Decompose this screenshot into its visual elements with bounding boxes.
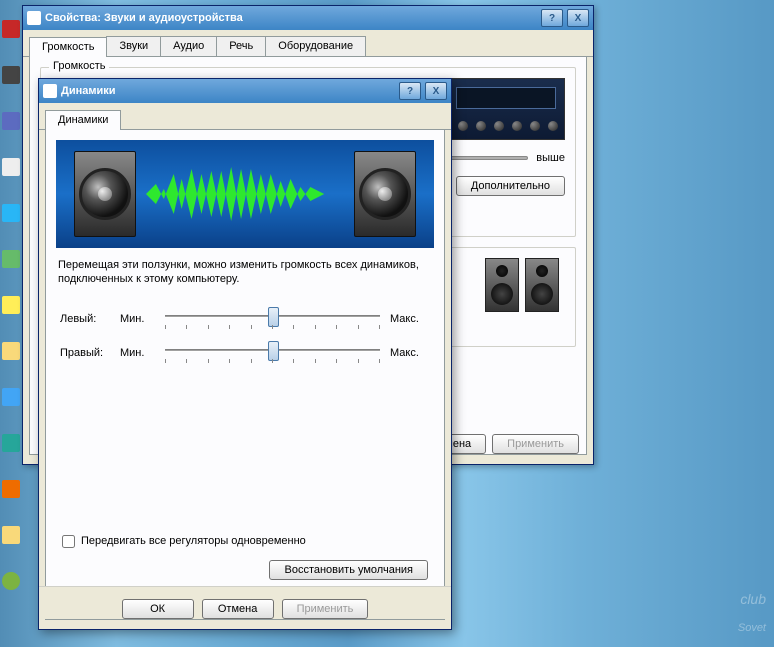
desktop-icon[interactable] <box>2 480 20 498</box>
desktop-icon-column <box>2 20 22 590</box>
restore-defaults-button[interactable]: Восстановить умолчания <box>269 560 428 580</box>
desktop-icon[interactable] <box>2 434 20 452</box>
move-together-label: Передвигать все регуляторы одновременно <box>81 535 306 547</box>
desktop-icon[interactable] <box>2 112 20 130</box>
speaker-pair-illustration <box>485 258 565 318</box>
help-button[interactable]: ? <box>541 9 563 27</box>
desktop-icon-utorrent[interactable] <box>2 572 20 590</box>
desktop-icon[interactable] <box>2 296 20 314</box>
audio-device-illustration <box>447 78 565 140</box>
window-title: Свойства: Звуки и аудиоустройства <box>45 12 541 24</box>
tab-speakers[interactable]: Динамики <box>45 110 121 130</box>
tab-sounds[interactable]: Звуки <box>106 36 161 56</box>
volume-high-label: выше <box>536 152 565 164</box>
desktop-icon[interactable] <box>2 158 20 176</box>
close-button[interactable]: X <box>567 9 589 27</box>
cancel-button[interactable]: Отмена <box>202 599 274 619</box>
right-channel-label: Правый: <box>60 347 110 359</box>
apply-button[interactable]: Применить <box>492 434 579 454</box>
dialog-button-row: ОК Отмена Применить <box>39 586 451 619</box>
desktop-icon[interactable] <box>2 66 20 84</box>
window-title: Динамики <box>61 85 399 97</box>
speakers-hero-image <box>56 140 434 248</box>
close-button[interactable]: X <box>425 82 447 100</box>
desktop-icon[interactable] <box>2 20 20 38</box>
tab-strip: Динамики <box>39 103 451 130</box>
window-icon <box>43 84 57 98</box>
right-volume-slider[interactable] <box>165 339 380 367</box>
left-speaker-icon <box>74 151 136 237</box>
tab-hardware[interactable]: Оборудование <box>265 36 366 56</box>
group-label: Громкость <box>49 60 109 72</box>
titlebar[interactable]: Свойства: Звуки и аудиоустройства ? X <box>23 6 593 30</box>
panel-speakers: Перемещая эти ползунки, можно изменить г… <box>45 130 445 620</box>
tab-audio[interactable]: Аудио <box>160 36 217 56</box>
desktop-icon[interactable] <box>2 250 20 268</box>
titlebar[interactable]: Динамики ? X <box>39 79 451 103</box>
waveform-icon <box>146 159 344 229</box>
left-channel-label: Левый: <box>60 313 110 325</box>
move-together-checkbox[interactable] <box>62 535 75 548</box>
desktop-icon[interactable] <box>2 388 20 406</box>
desktop-icon[interactable] <box>2 342 20 360</box>
speakers-dialog-window: Динамики ? X Динамики Перемещая эти полз… <box>38 78 452 630</box>
watermark: club Sovet <box>738 591 766 639</box>
window-icon <box>27 11 41 25</box>
help-button[interactable]: ? <box>399 82 421 100</box>
tab-strip: Громкость Звуки Аудио Речь Оборудование <box>23 30 593 57</box>
ok-button[interactable]: ОК <box>122 599 194 619</box>
move-together-row: Передвигать все регуляторы одновременно <box>62 535 428 548</box>
desktop-icon[interactable] <box>2 526 20 544</box>
left-volume-slider[interactable] <box>165 305 380 333</box>
max-label: Макс. <box>390 347 430 359</box>
advanced-button[interactable]: Дополнительно <box>456 176 565 196</box>
desktop-icon[interactable] <box>2 204 20 222</box>
tab-volume[interactable]: Громкость <box>29 37 107 57</box>
balance-sliders: Левый: Мин. Макс. Правый: Мин. Макс. <box>60 305 430 367</box>
min-label: Мин. <box>120 347 155 359</box>
max-label: Макс. <box>390 313 430 325</box>
apply-button[interactable]: Применить <box>282 599 369 619</box>
right-speaker-icon <box>354 151 416 237</box>
tab-voice[interactable]: Речь <box>216 36 266 56</box>
instruction-text: Перемещая эти ползунки, можно изменить г… <box>58 258 432 287</box>
min-label: Мин. <box>120 313 155 325</box>
